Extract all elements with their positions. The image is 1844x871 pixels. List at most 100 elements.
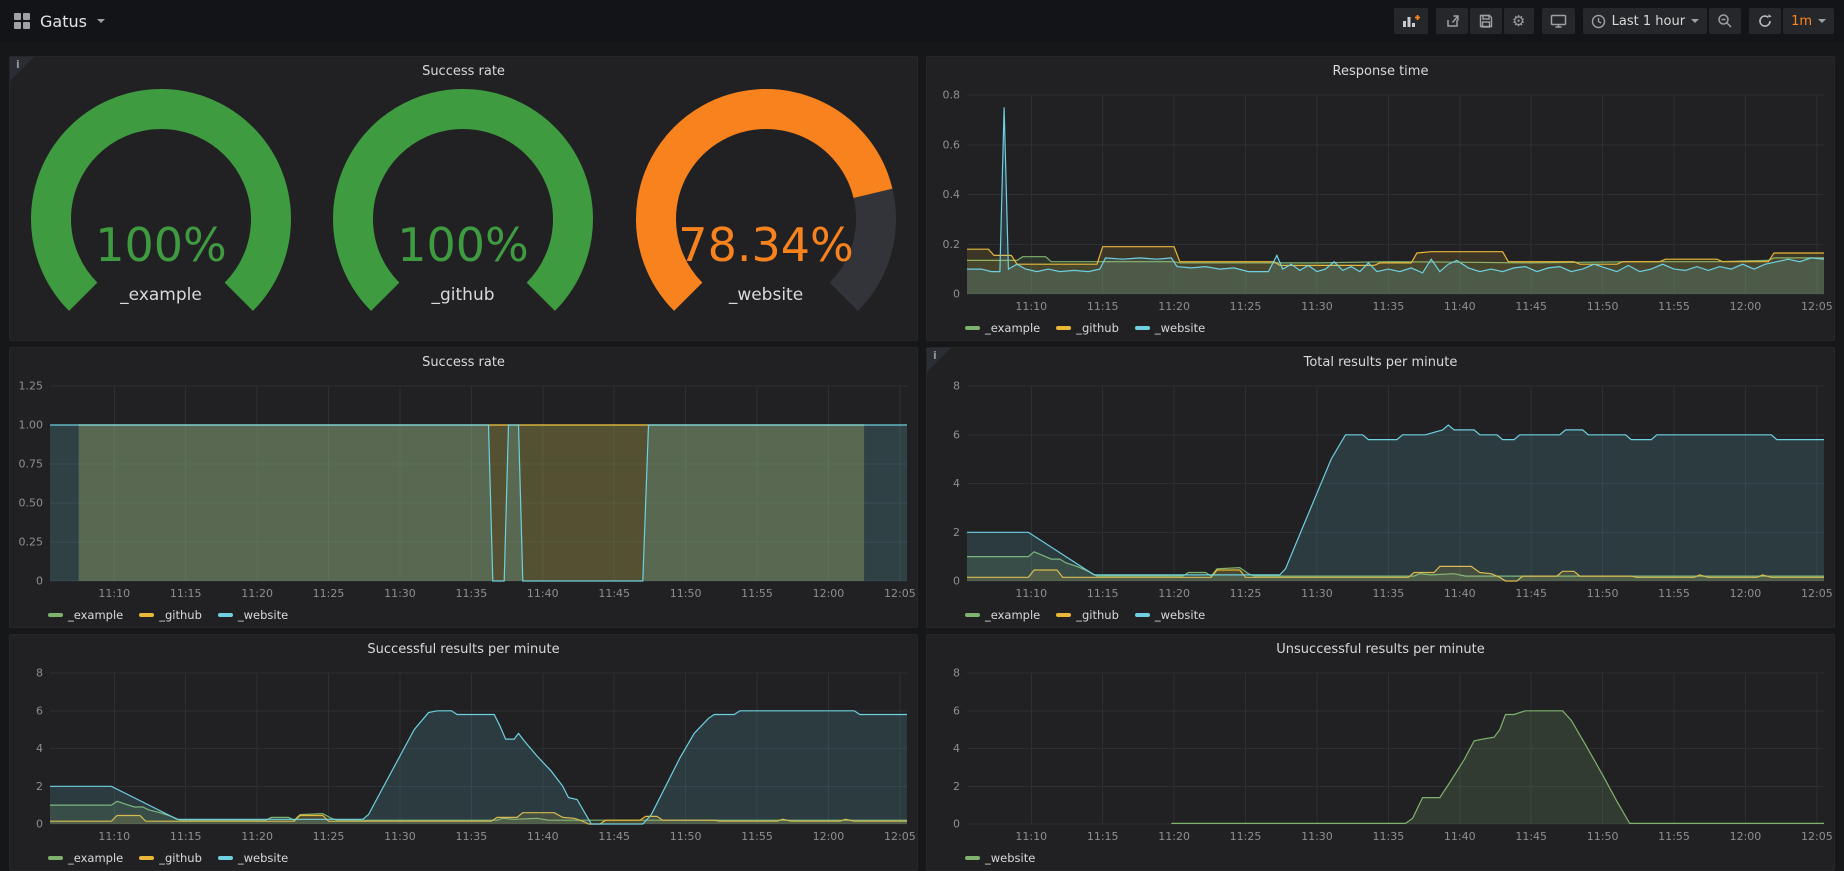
add-panel-icon (1402, 13, 1420, 29)
legend-item-_example[interactable]: _example (48, 851, 123, 865)
share-button[interactable] (1436, 8, 1468, 34)
svg-text:4: 4 (953, 742, 960, 755)
legend-label: _example (68, 608, 123, 622)
svg-text:8: 8 (36, 667, 43, 680)
panel-title[interactable]: Total results per minute (927, 348, 1834, 374)
legend-item-_website[interactable]: _website (965, 851, 1035, 865)
svg-text:11:40: 11:40 (1444, 587, 1476, 600)
save-button[interactable] (1470, 8, 1502, 34)
svg-text:11:30: 11:30 (1301, 587, 1333, 600)
success-rate-chart[interactable]: 00.250.500.751.001.2511:1011:1511:2011:2… (10, 374, 917, 603)
time-range-button[interactable]: Last 1 hour (1583, 8, 1707, 34)
svg-text:8: 8 (953, 667, 960, 680)
legend-item-_github[interactable]: _github (139, 608, 202, 622)
gear-icon: ⚙ (1512, 14, 1525, 29)
legend-item-_example[interactable]: _example (48, 608, 123, 622)
dashboard-title[interactable]: Gatus (40, 12, 87, 31)
gauge-value: 100% (398, 218, 530, 272)
panel-info-icon[interactable] (927, 348, 951, 372)
refresh-interval-label: 1m (1791, 14, 1812, 29)
time-range-label: Last 1 hour (1612, 14, 1685, 29)
refresh-icon (1757, 13, 1773, 29)
svg-text:11:30: 11:30 (1301, 830, 1333, 843)
legend-label: _website (985, 851, 1035, 865)
gauge-arc: 100%_example (11, 83, 311, 335)
legend-label: _example (985, 321, 1040, 335)
panel-title[interactable]: Success rate (10, 348, 917, 374)
settings-button[interactable]: ⚙ (1504, 8, 1534, 34)
legend-swatch (48, 856, 63, 860)
add-panel-button[interactable] (1394, 8, 1428, 34)
legend-swatch (218, 613, 233, 617)
svg-text:12:00: 12:00 (813, 587, 845, 600)
refresh-button[interactable] (1749, 8, 1781, 34)
legend: _example _github _website (10, 846, 917, 870)
legend-label: _website (1155, 608, 1205, 622)
legend-swatch (48, 613, 63, 617)
svg-text:0: 0 (953, 288, 960, 301)
svg-text:11:25: 11:25 (1230, 830, 1262, 843)
svg-text:12:00: 12:00 (1730, 587, 1762, 600)
response-time-chart[interactable]: 00.20.40.60.811:1011:1511:2011:2511:3011… (927, 83, 1834, 316)
legend-item-_example[interactable]: _example (965, 608, 1040, 622)
svg-text:0.6: 0.6 (943, 138, 961, 151)
svg-text:4: 4 (953, 477, 960, 490)
svg-text:11:20: 11:20 (1158, 300, 1190, 313)
legend-item-_website[interactable]: _website (218, 608, 288, 622)
legend-label: _website (1155, 321, 1205, 335)
chevron-down-icon[interactable] (97, 19, 105, 23)
legend-item-_website[interactable]: _website (1135, 321, 1205, 335)
total-results-chart[interactable]: 0246811:1011:1511:2011:2511:3011:3511:40… (927, 374, 1834, 603)
dashboard-grid: Success rate 100%_example 100% _github 78.3… (0, 42, 1844, 871)
svg-text:11:10: 11:10 (98, 830, 130, 843)
svg-text:11:50: 11:50 (1587, 300, 1619, 313)
svg-text:11:45: 11:45 (1515, 587, 1547, 600)
legend-swatch (139, 856, 154, 860)
unsuccessful-results-chart[interactable]: 0246811:1011:1511:2011:2511:3011:3511:40… (927, 661, 1834, 846)
legend-item-_website[interactable]: _website (218, 851, 288, 865)
gauge-value: 78.34% (678, 218, 853, 272)
legend-label: _github (1076, 321, 1119, 335)
legend-item-_github[interactable]: _github (139, 851, 202, 865)
panel-info-icon[interactable] (10, 57, 34, 81)
legend-swatch (965, 326, 980, 330)
gauge-row: 100%_example100%_github78.34%_website (10, 83, 917, 340)
legend-item-_example[interactable]: _example (965, 321, 1040, 335)
gauge-_website: 78.34%_website (615, 83, 917, 340)
panel-title[interactable]: Unsuccessful results per minute (927, 635, 1834, 661)
toolbar: ⚙ Last 1 hour (1394, 8, 1834, 34)
save-icon (1478, 13, 1494, 29)
svg-text:6: 6 (953, 428, 960, 441)
panel-successful-results: Successful results per minute 0246811:10… (9, 634, 918, 871)
share-icon (1444, 13, 1460, 29)
gauge-arc: 78.34%_website (616, 83, 916, 335)
legend-label: _github (1076, 608, 1119, 622)
svg-text:11:10: 11:10 (1015, 830, 1047, 843)
legend-swatch (965, 856, 980, 860)
panel-title[interactable]: Success rate (10, 57, 917, 83)
svg-text:0.50: 0.50 (19, 497, 44, 510)
tv-mode-button[interactable] (1542, 8, 1575, 34)
legend-label: _website (238, 851, 288, 865)
legend-item-_website[interactable]: _website (1135, 608, 1205, 622)
gauge-_example: 100%_example (10, 83, 312, 340)
legend-item-_github[interactable]: _github (1056, 608, 1119, 622)
panel-title[interactable]: Successful results per minute (10, 635, 917, 661)
svg-text:11:10: 11:10 (1015, 587, 1047, 600)
svg-text:11:50: 11:50 (1587, 830, 1619, 843)
svg-text:11:25: 11:25 (313, 830, 345, 843)
panel-title[interactable]: Response time (927, 57, 1834, 83)
legend-item-_github[interactable]: _github (1056, 321, 1119, 335)
successful-results-chart[interactable]: 0246811:1011:1511:2011:2511:3011:3511:40… (10, 661, 917, 846)
info-icon-glyph[interactable]: i (933, 349, 937, 362)
svg-text:8: 8 (953, 380, 960, 393)
panel-success-rate-timeseries: Success rate 00.250.500.751.001.2511:101… (9, 347, 918, 628)
dashboard-grid-icon[interactable] (14, 13, 30, 29)
svg-text:11:10: 11:10 (1015, 300, 1047, 313)
refresh-interval-button[interactable]: 1m (1783, 8, 1834, 34)
clock-icon (1591, 14, 1606, 29)
info-icon-glyph[interactable]: i (16, 58, 20, 71)
svg-text:11:20: 11:20 (1158, 587, 1190, 600)
zoom-out-button[interactable] (1709, 8, 1741, 34)
svg-text:12:05: 12:05 (1801, 300, 1833, 313)
